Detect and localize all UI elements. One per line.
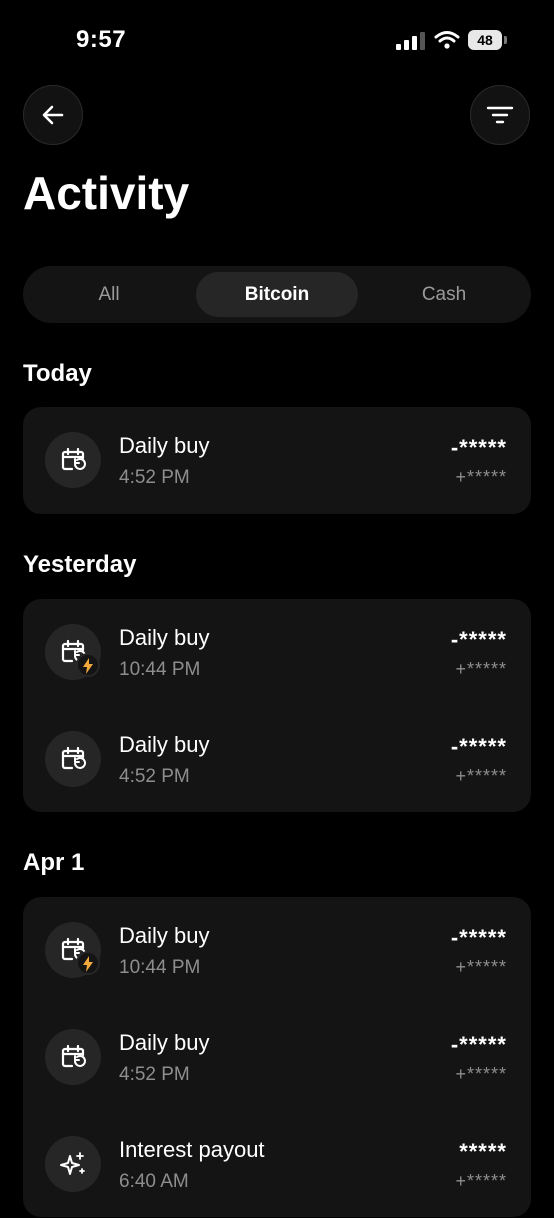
activity-row[interactable]: Daily buy 4:52 PM -***** +*****: [23, 706, 531, 813]
transaction-amount: -*****: [450, 734, 507, 759]
transaction-title: Daily buy: [119, 732, 210, 757]
transaction-sub-amount: +*****: [455, 957, 507, 977]
filter-button[interactable]: [470, 85, 530, 145]
lightning-icon: [76, 653, 100, 677]
section-title: Yesterday: [23, 551, 137, 578]
back-button[interactable]: [23, 85, 83, 145]
transaction-time: 6:40 AM: [119, 1171, 189, 1192]
transaction-sub-amount: +*****: [455, 766, 507, 786]
filter-icon: [486, 106, 514, 124]
activity-card: Daily buy 4:52 PM -***** +*****: [23, 407, 531, 514]
tab-cash[interactable]: Cash: [363, 272, 525, 317]
cellular-signal-icon: [396, 32, 425, 50]
activity-row[interactable]: Daily buy 10:44 PM -***** +*****: [23, 599, 531, 706]
transaction-sub-amount: +*****: [455, 1064, 507, 1084]
status-bar: 9:57 48: [0, 0, 554, 80]
activity-row[interactable]: Interest payout 6:40 AM ***** +*****: [23, 1111, 531, 1218]
section-title: Apr 1: [23, 849, 85, 876]
transaction-time: 4:52 PM: [119, 467, 190, 488]
transaction-amount: -*****: [450, 925, 507, 950]
activity-row[interactable]: Daily buy 10:44 PM -***** +*****: [23, 897, 531, 1004]
transaction-amount: -*****: [450, 435, 507, 460]
transaction-sub-amount: +*****: [455, 467, 507, 487]
tab-all[interactable]: All: [28, 272, 190, 317]
transaction-title: Daily buy: [119, 625, 210, 650]
transaction-time: 10:44 PM: [119, 957, 201, 978]
transaction-title: Daily buy: [119, 433, 210, 458]
page-title: Activity: [23, 167, 190, 219]
transaction-time: 4:52 PM: [119, 1064, 190, 1085]
transaction-title: Daily buy: [119, 1030, 210, 1055]
tab-bitcoin[interactable]: Bitcoin: [196, 272, 358, 317]
activity-row[interactable]: Daily buy 4:52 PM -***** +*****: [23, 407, 531, 514]
section-title: Today: [23, 360, 92, 387]
transaction-time: 10:44 PM: [119, 659, 201, 680]
transaction-title: Interest payout: [119, 1137, 265, 1162]
wifi-icon: [434, 31, 460, 49]
activity-card: Daily buy 10:44 PM -***** +***** Daily buy 4:…: [23, 599, 531, 812]
transaction-icon-container: [45, 922, 101, 978]
transaction-title: Daily buy: [119, 923, 210, 948]
status-time: 9:57: [76, 26, 127, 53]
transaction-sub-amount: +*****: [455, 659, 507, 679]
transaction-icon-container: [45, 1136, 101, 1192]
battery-level: 48: [468, 30, 502, 50]
transaction-icon-container: [45, 731, 101, 787]
battery-indicator: 48: [468, 30, 508, 52]
lightning-icon: [76, 951, 100, 975]
transaction-amount: *****: [459, 1139, 507, 1164]
transaction-amount: -*****: [450, 627, 507, 652]
arrow-left-icon: [42, 105, 64, 125]
transaction-icon-container: [45, 624, 101, 680]
transaction-icon-container: [45, 1029, 101, 1085]
activity-type-tabs: All Bitcoin Cash: [23, 266, 531, 323]
battery-tip: [504, 36, 507, 44]
transaction-icon-container: [45, 432, 101, 488]
activity-card: Daily buy 10:44 PM -***** +***** Daily buy 4:…: [23, 897, 531, 1217]
transaction-sub-amount: +*****: [455, 1171, 507, 1191]
activity-row[interactable]: Daily buy 4:52 PM -***** +*****: [23, 1004, 531, 1111]
transaction-amount: -*****: [450, 1032, 507, 1057]
transaction-time: 4:52 PM: [119, 766, 190, 787]
